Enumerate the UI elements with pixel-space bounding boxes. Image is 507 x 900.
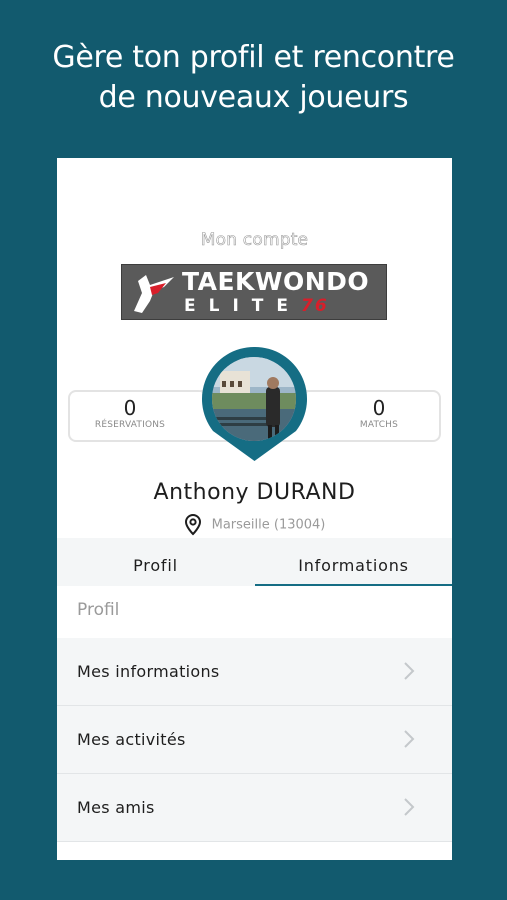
user-first-name: Anthony: [153, 480, 250, 505]
headline-line-2: de nouveaux joueurs: [98, 80, 409, 115]
logo-text-main: TAEKWONDO: [182, 267, 370, 296]
user-name: Anthony DURAND: [57, 480, 452, 505]
avatar-photo: [212, 357, 296, 441]
chevron-right-icon: [404, 662, 415, 680]
logo-text-elite: ELITE: [184, 296, 301, 316]
matchs-count: 0: [372, 396, 386, 420]
club-logo: TAEKWONDO ELITE76: [121, 264, 387, 320]
taekwondo-kick-icon: [134, 275, 174, 313]
menu-item-mes-amis[interactable]: Mes amis: [57, 774, 452, 842]
section-title: Profil: [77, 600, 120, 620]
profile-tabs: Profil Informations: [57, 538, 452, 586]
menu-item-mes-activites[interactable]: Mes activités: [57, 706, 452, 774]
profile-menu: Mes informations Mes activités Mes amis: [57, 638, 452, 842]
stat-reservations[interactable]: 0 RÉSERVATIONS: [70, 396, 190, 430]
user-location: Marseille (13004): [57, 514, 452, 536]
chevron-right-icon: [404, 730, 415, 748]
page-title: Mon compte: [200, 230, 309, 251]
phone-screen: Mon compte TAEKWONDO ELITE76 0 RÉSERVATI…: [57, 158, 452, 860]
menu-item-label: Mes informations: [77, 662, 220, 681]
stat-matchs[interactable]: 0 MATCHS: [319, 396, 439, 430]
menu-item-mes-informations[interactable]: Mes informations: [57, 638, 452, 706]
headline-line-1: Gère ton profil et rencontre: [52, 40, 455, 75]
reservations-label: RÉSERVATIONS: [94, 420, 166, 430]
promo-headline: Gère ton profil et rencontre de nouveaux…: [0, 38, 507, 118]
avatar[interactable]: [212, 357, 296, 441]
matchs-label: MATCHS: [359, 420, 399, 430]
location-pin-icon: [184, 514, 201, 536]
reservations-count: 0: [123, 396, 137, 420]
menu-item-label: Mes amis: [77, 798, 155, 817]
tab-informations[interactable]: Informations: [255, 538, 452, 586]
chevron-right-icon: [404, 798, 415, 816]
tab-profil[interactable]: Profil: [57, 538, 254, 586]
user-last-name: DURAND: [256, 480, 356, 505]
logo-text-sub: ELITE76: [184, 295, 329, 317]
logo-text-number: 76: [300, 296, 329, 316]
location-text: Marseille (13004): [211, 517, 326, 533]
menu-item-label: Mes activités: [77, 730, 186, 749]
